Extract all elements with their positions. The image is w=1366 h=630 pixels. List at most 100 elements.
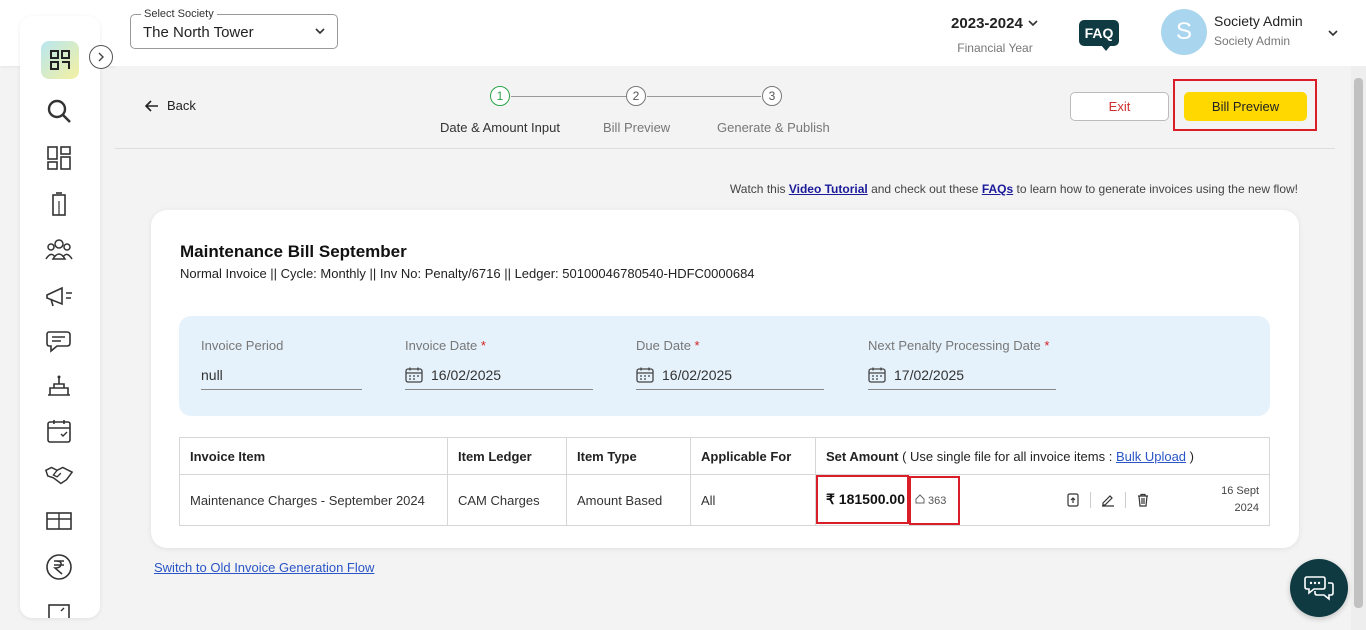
- action-separator: [1124, 492, 1126, 508]
- progress-stepper: 1 2 3 Date & Amount Input Bill Preview G…: [435, 86, 855, 136]
- invoice-period-input[interactable]: null: [201, 367, 362, 390]
- units-count[interactable]: 363: [908, 476, 961, 525]
- step-1-indicator: 1: [490, 86, 510, 106]
- edit-icon[interactable]: [1101, 493, 1115, 507]
- step-2-indicator: 2: [626, 86, 646, 106]
- invoice-fields-panel: Invoice Period null Invoice Date * 16/02…: [179, 316, 1270, 416]
- penalty-date-input[interactable]: 17/02/2025: [868, 367, 1056, 390]
- row-date: 16 Sept 2024: [1221, 483, 1259, 517]
- rupee-icon[interactable]: [44, 552, 74, 582]
- invoice-date-input[interactable]: 16/02/2025: [405, 367, 593, 390]
- set-amount-note-end: ): [1186, 448, 1194, 464]
- avatar[interactable]: S: [1161, 9, 1207, 55]
- chevron-down-icon: [1028, 20, 1038, 27]
- row-date-line2: 2024: [1234, 502, 1259, 514]
- announcement-icon[interactable]: [44, 281, 74, 311]
- tutorial-prefix: Watch this: [729, 182, 789, 196]
- chat-bubble-icon: [1304, 576, 1334, 601]
- bill-preview-highlight: Bill Preview: [1173, 79, 1317, 131]
- invoice-date-field: Invoice Date * 16/02/2025: [405, 338, 593, 390]
- calendar-icon: [405, 367, 423, 383]
- invoice-period-label: Invoice Period: [201, 338, 284, 353]
- switch-old-flow-link[interactable]: Switch to Old Invoice Generation Flow: [154, 560, 374, 575]
- tutorial-middle: and check out these: [867, 182, 982, 196]
- parcel-icon[interactable]: [44, 506, 74, 536]
- user-role: Society Admin: [1214, 34, 1291, 48]
- top-header: Select Society The North Tower 2023-2024…: [0, 0, 1366, 66]
- row-action-group: [1066, 492, 1150, 508]
- more-icon[interactable]: [44, 596, 74, 618]
- chat-icon[interactable]: [44, 326, 74, 356]
- chevron-down-icon[interactable]: [1326, 26, 1340, 45]
- step-3-indicator: 3: [762, 86, 782, 106]
- cell-row-actions: 16 Sept 2024: [965, 474, 1270, 526]
- handshake-icon[interactable]: [44, 460, 74, 490]
- sidebar: [20, 16, 100, 618]
- financial-year-value: 2023-2024: [940, 15, 1050, 32]
- bulk-upload-link[interactable]: Bulk Upload: [1116, 449, 1186, 464]
- cell-item-type: Amount Based: [566, 474, 691, 526]
- user-name[interactable]: Society Admin: [1214, 13, 1303, 29]
- col-item-type: Item Type: [566, 437, 691, 475]
- exit-button[interactable]: Exit: [1070, 92, 1169, 121]
- invoice-subtitle: Normal Invoice || Cycle: Monthly || Inv …: [180, 266, 755, 281]
- faq-button[interactable]: FAQ: [1079, 20, 1119, 51]
- penalty-date-field: Next Penalty Processing Date * 17/02/202…: [868, 338, 1056, 390]
- due-date-value: 16/02/2025: [662, 367, 733, 383]
- delete-icon[interactable]: [1136, 493, 1150, 507]
- cell-item-ledger: CAM Charges: [447, 474, 567, 526]
- amenity-icon[interactable]: [44, 371, 74, 401]
- back-button[interactable]: Back: [145, 98, 196, 113]
- search-icon[interactable]: [44, 96, 74, 126]
- cell-amount: ₹ 181500.00 363: [815, 474, 966, 526]
- penalty-date-value: 17/02/2025: [894, 367, 965, 383]
- financial-year-selector[interactable]: 2023-2024 Financial Year: [940, 15, 1050, 55]
- step-connector: [511, 96, 627, 97]
- col-invoice-item: Invoice Item: [179, 437, 448, 475]
- bill-preview-button[interactable]: Bill Preview: [1184, 92, 1307, 121]
- people-icon[interactable]: [44, 235, 74, 265]
- col-set-amount: Set Amount ( Use single file for all inv…: [815, 437, 1270, 475]
- step-1-label: Date & Amount Input: [440, 120, 560, 135]
- set-amount-label: Set Amount: [826, 448, 899, 464]
- home-icon: [915, 494, 925, 504]
- faqs-link[interactable]: FAQs: [982, 182, 1013, 196]
- cell-applicable-for: All: [690, 474, 816, 526]
- back-label: Back: [167, 98, 196, 113]
- society-select-value: The North Tower: [143, 24, 254, 41]
- app-logo[interactable]: [41, 41, 79, 79]
- col-item-ledger: Item Ledger: [447, 437, 567, 475]
- due-date-field: Due Date * 16/02/2025: [636, 338, 824, 390]
- col-applicable-for: Applicable For: [690, 437, 816, 475]
- society-select[interactable]: Select Society The North Tower: [130, 8, 338, 49]
- table-header-row: Invoice Item Item Ledger Item Type Appli…: [179, 437, 1270, 475]
- upload-file-icon[interactable]: [1066, 493, 1080, 507]
- invoice-date-label: Invoice Date *: [405, 338, 486, 353]
- step-2-label: Bill Preview: [603, 120, 671, 135]
- dashboard-icon[interactable]: [44, 143, 74, 173]
- divider: [115, 148, 1335, 149]
- cell-invoice-item: Maintenance Charges - September 2024: [179, 474, 448, 526]
- scrollbar-thumb[interactable]: [1354, 78, 1363, 608]
- sidebar-toggle-button[interactable]: [89, 45, 113, 69]
- step-3-label: Generate & Publish: [717, 120, 830, 135]
- calendar-icon: [636, 367, 654, 383]
- invoice-card: Maintenance Bill September Normal Invoic…: [151, 210, 1299, 548]
- video-tutorial-link[interactable]: Video Tutorial: [789, 182, 868, 196]
- penalty-date-label: Next Penalty Processing Date *: [868, 338, 1050, 353]
- due-date-input[interactable]: 16/02/2025: [636, 367, 824, 390]
- action-separator: [1089, 492, 1091, 508]
- building-icon[interactable]: [44, 189, 74, 219]
- amount-value[interactable]: ₹ 181500.00: [816, 475, 909, 524]
- calendar-icon[interactable]: [44, 416, 74, 446]
- invoice-period-field: Invoice Period null: [201, 338, 362, 390]
- row-date-line1: 16 Sept: [1221, 485, 1259, 497]
- scrollbar[interactable]: [1351, 66, 1366, 630]
- chevron-right-icon: [98, 52, 104, 62]
- table-row: Maintenance Charges - September 2024 CAM…: [179, 474, 1270, 526]
- chat-support-button[interactable]: [1290, 559, 1348, 617]
- invoice-period-value: null: [201, 367, 223, 383]
- invoice-date-value: 16/02/2025: [431, 367, 502, 383]
- main-content: Back 1 2 3 Date & Amount Input Bill Prev…: [115, 66, 1351, 630]
- tutorial-hint: Watch this Video Tutorial and check out …: [730, 182, 1298, 196]
